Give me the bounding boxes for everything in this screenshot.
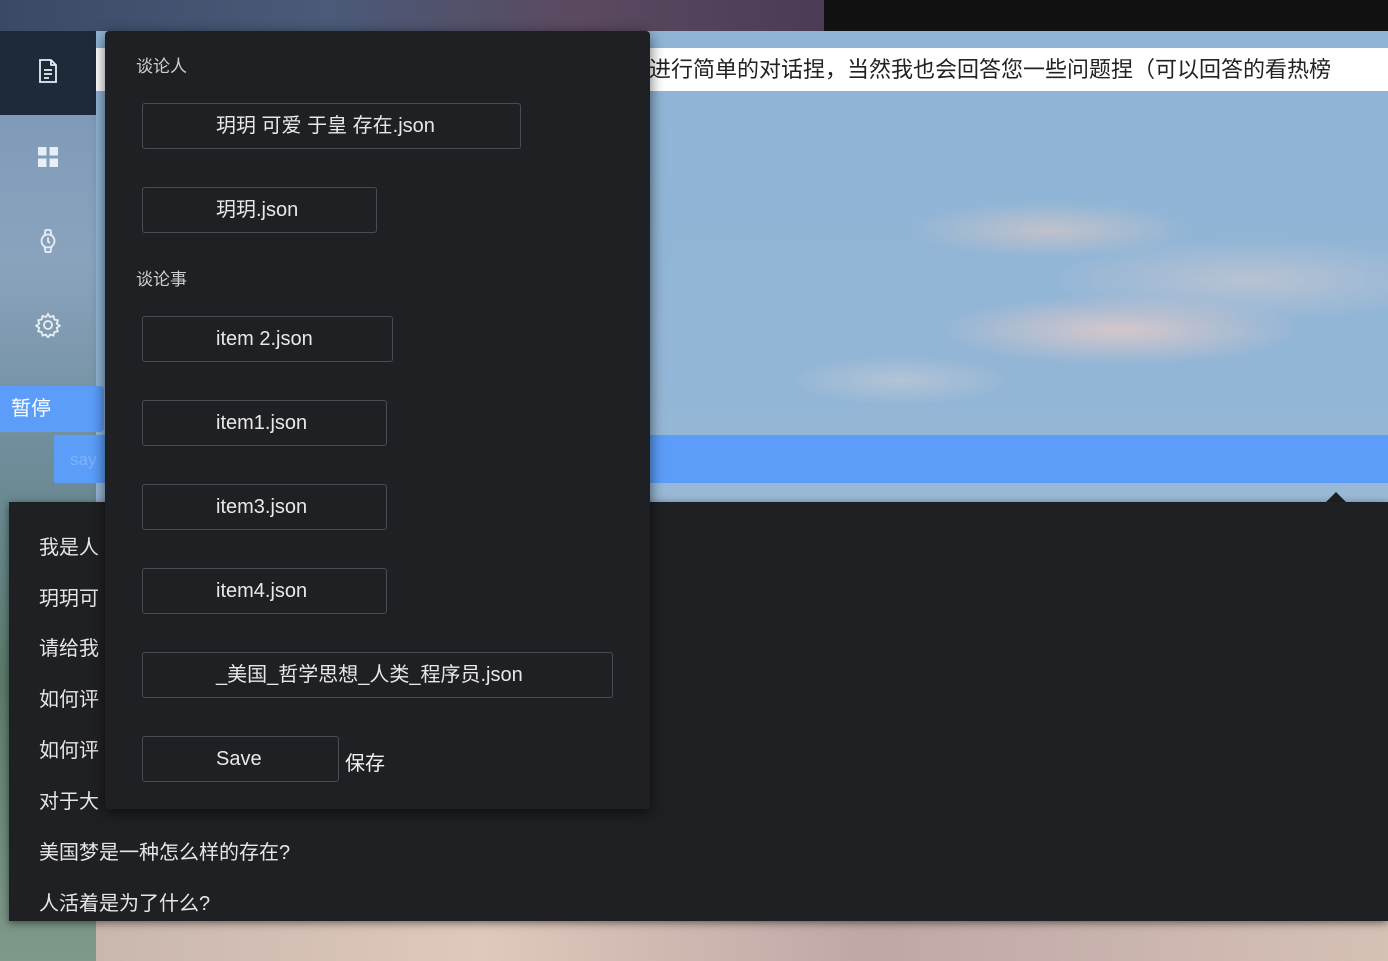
suggestion-item[interactable]: 如何评 bbox=[39, 734, 99, 763]
watch-icon[interactable] bbox=[30, 223, 66, 259]
top-dark-strip bbox=[824, 0, 1388, 31]
suggestion-item[interactable]: 人活着是为了什么? bbox=[39, 887, 210, 916]
topic-file-button[interactable]: item1.json bbox=[142, 400, 387, 446]
document-icon[interactable] bbox=[36, 58, 60, 89]
suggestions-caret bbox=[1326, 492, 1346, 502]
background-painting-bottom bbox=[96, 920, 1388, 961]
people-file-button[interactable]: 玥玥 可爱 于皇 存在.json bbox=[142, 103, 521, 149]
people-file-button[interactable]: 玥玥.json bbox=[142, 187, 377, 233]
settings-panel: 谈论人 玥玥 可爱 于皇 存在.json 玥玥.json 谈论事 item 2.… bbox=[105, 31, 650, 809]
gear-icon[interactable] bbox=[30, 307, 66, 343]
suggestion-item[interactable]: 我是人 bbox=[39, 531, 99, 560]
save-button[interactable]: Save bbox=[142, 736, 339, 782]
save-note: 保存 bbox=[345, 753, 385, 775]
intro-message-text: 进行简单的对话捏，当然我也会回答您一些问题捏（可以回答的看热榜 bbox=[649, 57, 1332, 82]
people-section-label: 谈论人 bbox=[136, 57, 187, 76]
suggestion-item[interactable]: 请给我 bbox=[39, 632, 99, 661]
suggestion-item[interactable]: 玥玥可 bbox=[39, 582, 99, 611]
topics-section-label: 谈论事 bbox=[136, 270, 187, 289]
topic-file-button[interactable]: item3.json bbox=[142, 484, 387, 530]
topic-file-button[interactable]: item4.json bbox=[142, 568, 387, 614]
pause-button[interactable]: 暂停 bbox=[0, 386, 104, 432]
suggestion-item[interactable]: 如何评 bbox=[39, 683, 99, 712]
topic-file-button[interactable]: item 2.json bbox=[142, 316, 393, 362]
grid-icon[interactable] bbox=[30, 139, 66, 175]
sidebar-header[interactable] bbox=[0, 31, 96, 115]
top-image-strip bbox=[0, 0, 824, 31]
suggestion-item[interactable]: 对于大 bbox=[39, 785, 99, 814]
suggestion-item[interactable]: 美国梦是一种怎么样的存在? bbox=[39, 836, 290, 865]
say-input[interactable]: say bbox=[70, 450, 96, 470]
topic-file-button[interactable]: _美国_哲学思想_人类_程序员.json bbox=[142, 652, 613, 698]
